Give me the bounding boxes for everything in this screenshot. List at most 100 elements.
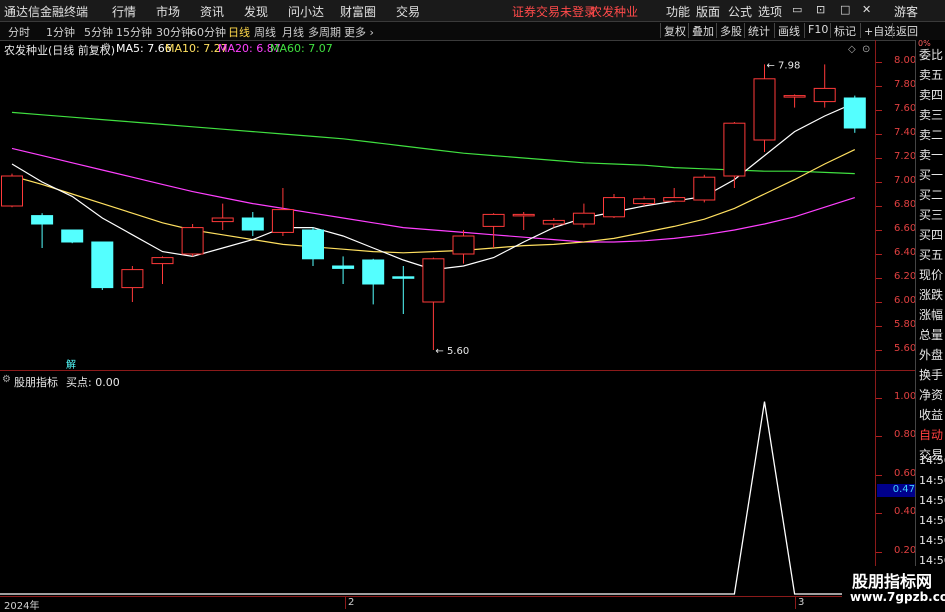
candle-body bbox=[693, 176, 716, 201]
month-divider bbox=[795, 597, 796, 609]
candle[interactable] bbox=[572, 203, 595, 228]
candle[interactable] bbox=[362, 258, 385, 305]
quote-field-label: 外盘 bbox=[919, 348, 944, 362]
menu-item-function[interactable]: 功能 bbox=[666, 3, 690, 20]
candle[interactable] bbox=[663, 188, 686, 203]
indicator-tick-label: 0.60 bbox=[894, 467, 917, 479]
tab-period-1min[interactable]: 1分钟 bbox=[46, 24, 75, 40]
candle[interactable] bbox=[783, 94, 806, 108]
tab-period-15min[interactable]: 15分钟 bbox=[116, 24, 152, 40]
quote-field-label: 总量 bbox=[919, 328, 944, 342]
guest-label[interactable]: 游客 bbox=[894, 3, 918, 20]
price-axis: 8.00 7.80 7.60 7.40 7.20 7.00 6.80 6.60 6.40 6.20… bbox=[875, 40, 916, 605]
quote-field-label: 净资 bbox=[919, 388, 944, 402]
indicator-settings-icon[interactable]: ⚙ bbox=[2, 374, 11, 385]
candle-body bbox=[91, 241, 114, 289]
tab-period-30min[interactable]: 30分钟 bbox=[156, 24, 192, 40]
candle[interactable] bbox=[452, 230, 475, 264]
tick-time: 14:56 bbox=[919, 514, 945, 527]
menu-item-layout[interactable]: 版面 bbox=[696, 3, 720, 20]
tab-period-60min[interactable]: 60分钟 bbox=[190, 24, 226, 40]
quote-field-label: 买二 bbox=[919, 188, 944, 202]
quote-field-label: 涨跌 bbox=[919, 288, 944, 302]
candle[interactable] bbox=[91, 241, 114, 290]
candle[interactable] bbox=[211, 203, 234, 230]
date-label-mar: 3 bbox=[798, 597, 805, 608]
minimize-icon[interactable]: ▭ bbox=[792, 3, 802, 16]
candle-body bbox=[512, 213, 535, 217]
target-icon[interactable]: ⊙ bbox=[862, 44, 870, 55]
overlay-button[interactable]: 叠加 bbox=[688, 23, 717, 38]
login-status[interactable]: 证券交易未登录 bbox=[512, 3, 596, 20]
tab-period-5min[interactable]: 5分钟 bbox=[84, 24, 113, 40]
menu-item-quotes[interactable]: 行情 bbox=[112, 3, 136, 20]
menu-item-formula[interactable]: 公式 bbox=[728, 3, 752, 20]
event-marker[interactable]: 解 bbox=[66, 358, 76, 370]
candle[interactable] bbox=[1, 173, 23, 208]
candle[interactable] bbox=[151, 256, 174, 284]
candle[interactable] bbox=[813, 64, 836, 108]
menu-item-wealth[interactable]: 财富圈 bbox=[340, 3, 376, 20]
date-label-year: 2024年 bbox=[4, 601, 40, 612]
back-button[interactable]: 返回 bbox=[892, 23, 921, 38]
candle[interactable] bbox=[723, 122, 746, 188]
indicator-tick-label: 0.20 bbox=[894, 544, 917, 556]
candle[interactable] bbox=[392, 266, 415, 314]
quote-field-label: 买一 bbox=[919, 168, 944, 182]
diamond-icon[interactable]: ◇ bbox=[848, 44, 856, 55]
tab-period-timeshare[interactable]: 分时 bbox=[8, 24, 30, 40]
price-tick-mark bbox=[876, 62, 882, 63]
month-divider bbox=[345, 597, 346, 609]
menu-item-market[interactable]: 市场 bbox=[156, 3, 180, 20]
menu-item-ask[interactable]: 问小达 bbox=[288, 3, 324, 20]
candle[interactable] bbox=[271, 188, 294, 236]
candle[interactable] bbox=[693, 174, 716, 203]
candlestick-chart[interactable]: ← 7.98 ← 5.60 解 ◇ ⊙ bbox=[0, 40, 875, 370]
candle[interactable] bbox=[181, 224, 204, 257]
draw-line-button[interactable]: 画线 bbox=[774, 23, 803, 38]
candle[interactable] bbox=[332, 256, 355, 284]
price-tick-mark bbox=[876, 302, 882, 303]
adjust-button[interactable]: 复权 bbox=[660, 23, 689, 38]
restore-icon[interactable]: ⊡ bbox=[816, 3, 825, 16]
candle[interactable] bbox=[61, 229, 84, 244]
menu-item-news[interactable]: 资讯 bbox=[200, 3, 224, 20]
quote-field-label[interactable]: 自动 bbox=[919, 426, 943, 443]
candle-body bbox=[843, 97, 866, 129]
close-icon[interactable]: ✕ bbox=[862, 3, 871, 16]
candle[interactable] bbox=[512, 212, 535, 230]
candle-body bbox=[813, 87, 836, 103]
tab-period-multi[interactable]: 多周期 bbox=[308, 24, 341, 40]
candle[interactable] bbox=[843, 95, 866, 133]
candle-body bbox=[783, 95, 806, 98]
tab-period-more[interactable]: 更多 › bbox=[344, 24, 374, 40]
candle[interactable] bbox=[302, 227, 324, 266]
price-tick-label: 6.80 bbox=[894, 199, 917, 210]
menu-item-trade[interactable]: 交易 bbox=[396, 3, 420, 20]
candle[interactable] bbox=[241, 212, 264, 236]
menu-item-discover[interactable]: 发现 bbox=[244, 3, 268, 20]
menu-item-options[interactable]: 选项 bbox=[758, 3, 782, 20]
candle[interactable] bbox=[482, 213, 505, 248]
candle[interactable] bbox=[422, 257, 445, 350]
candle[interactable] bbox=[753, 64, 776, 152]
candle-body bbox=[723, 122, 746, 177]
tab-period-weekly[interactable]: 周线 bbox=[254, 24, 276, 40]
candle[interactable] bbox=[121, 266, 144, 302]
candle[interactable] bbox=[31, 213, 54, 248]
mark-button[interactable]: 标记 bbox=[830, 23, 859, 38]
quote-field-label: 委比 bbox=[919, 48, 944, 62]
stats-button[interactable]: 统计 bbox=[744, 23, 773, 38]
multi-stock-button[interactable]: 多股 bbox=[716, 23, 745, 38]
indicator-chart[interactable] bbox=[0, 388, 875, 596]
price-tick-label: 7.40 bbox=[894, 127, 917, 138]
price-tick-mark bbox=[876, 254, 882, 255]
tab-period-daily[interactable]: 日线 bbox=[228, 24, 250, 40]
tab-period-monthly[interactable]: 月线 bbox=[282, 24, 304, 40]
candle-body bbox=[271, 209, 294, 233]
maximize-icon[interactable]: □ bbox=[840, 3, 850, 16]
candle[interactable] bbox=[542, 218, 565, 228]
f10-button[interactable]: F10 bbox=[804, 23, 831, 38]
candle[interactable] bbox=[603, 194, 625, 218]
tick-time: 14:56 bbox=[919, 534, 945, 547]
